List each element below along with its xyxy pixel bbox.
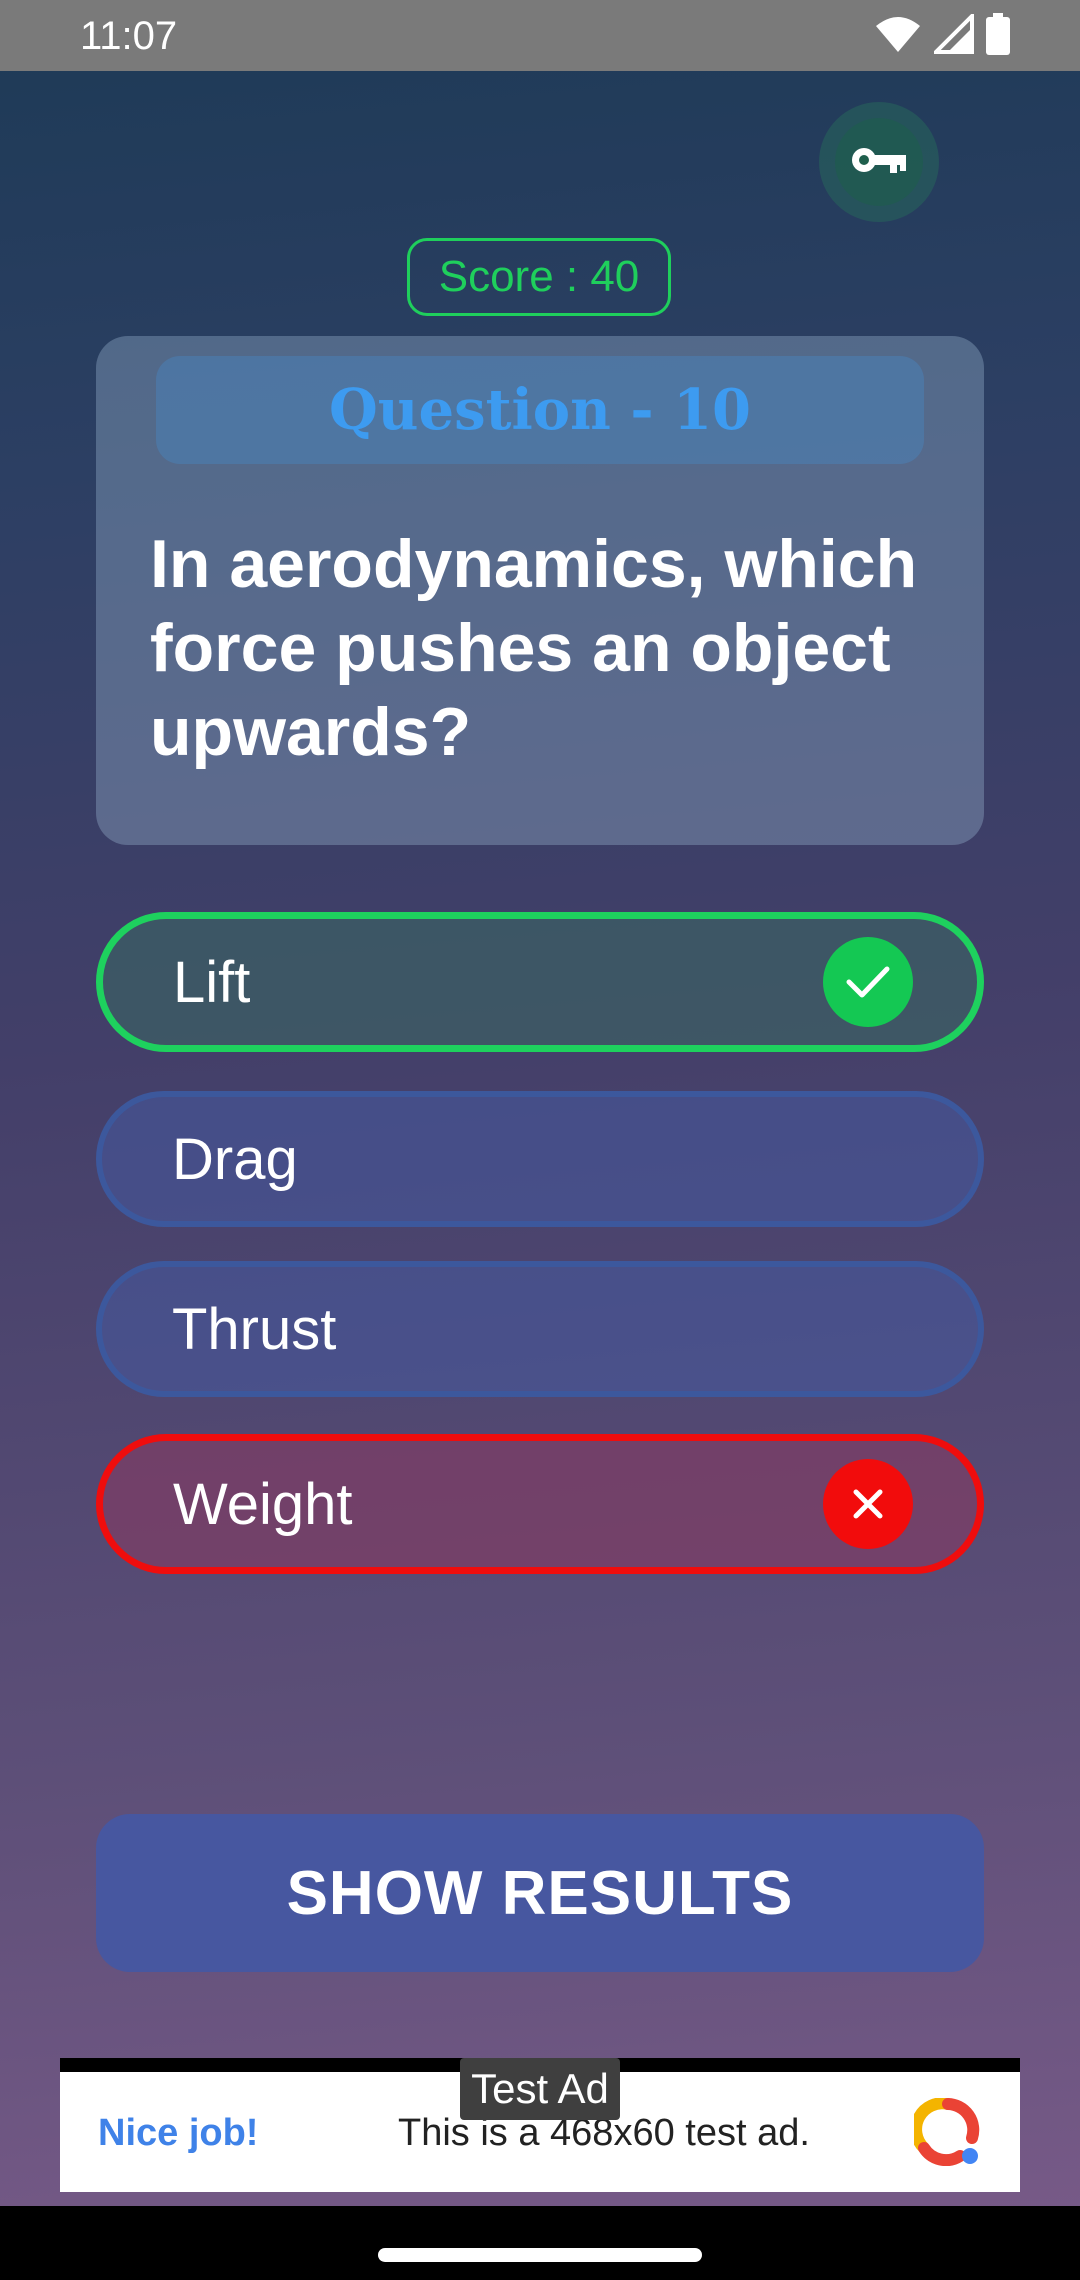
question-text: In aerodynamics, which force pushes an o… [150, 526, 918, 770]
status-bar: 11:07 [0, 0, 1080, 71]
option-thrust[interactable]: Thrust [96, 1261, 984, 1397]
close-icon [823, 1459, 913, 1549]
ad-banner-container[interactable]: Test Ad Nice job! This is a 468x60 test … [60, 2058, 1020, 2192]
battery-icon [986, 12, 1010, 60]
option-weight[interactable]: Weight [96, 1434, 984, 1574]
ad-title: Nice job! [98, 2112, 259, 2154]
cell-signal-icon [931, 10, 974, 59]
key-icon [850, 145, 908, 180]
test-ad-label: Test Ad [460, 2058, 620, 2120]
status-icons [874, 10, 1010, 60]
status-time: 11:07 [80, 14, 178, 58]
wifi-icon [874, 14, 922, 59]
ad-logo-icon [910, 2097, 982, 2167]
hint-button[interactable] [819, 102, 939, 222]
question-card: Question - 10 In aerodynamics, which for… [96, 336, 984, 845]
home-handle[interactable] [378, 2248, 702, 2262]
navigation-bar [0, 2206, 1080, 2280]
option-label: Weight [173, 1471, 353, 1537]
question-number: Question - 10 [156, 356, 924, 464]
option-label: Lift [173, 949, 251, 1015]
option-drag[interactable]: Drag [96, 1091, 984, 1227]
option-label: Thrust [172, 1296, 337, 1362]
show-results-button[interactable]: SHOW RESULTS [96, 1814, 984, 1972]
option-label: Drag [172, 1126, 298, 1192]
check-icon [823, 937, 913, 1027]
hint-button-inner [835, 118, 923, 206]
option-lift[interactable]: Lift [96, 912, 984, 1052]
score-badge: Score : 40 [407, 238, 671, 316]
